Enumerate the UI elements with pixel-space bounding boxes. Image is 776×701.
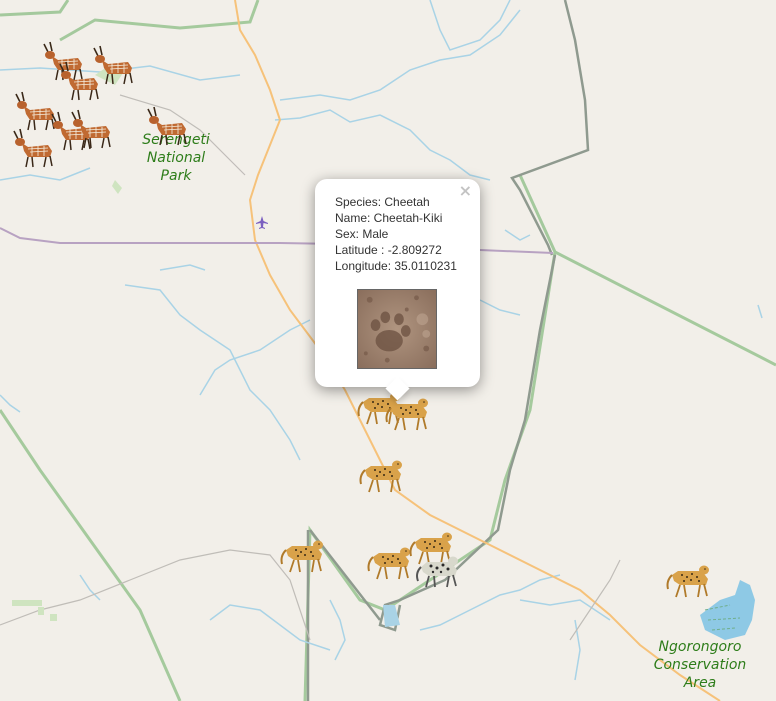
label-ngorongoro: Ngorongoro Conservation Area: [645, 638, 755, 692]
label-ngorongoro-line2: Conservation: [653, 657, 747, 673]
label-serengeti-line3: Park: [160, 168, 192, 184]
marker-cheetah-icon[interactable]: [664, 555, 712, 599]
popup-content: Species: Cheetah Name: Cheetah-Kiki Sex:…: [335, 194, 457, 274]
marker-leopard-icon[interactable]: [413, 545, 461, 589]
marker-antelope-icon[interactable]: [54, 58, 102, 102]
label-ngorongoro-line1: Ngorongoro: [658, 639, 742, 655]
marker-cheetah-icon[interactable]: [383, 388, 431, 432]
label-serengeti-line2: National: [146, 150, 206, 166]
marker-cheetah-icon[interactable]: [357, 450, 405, 494]
map-view[interactable]: Serengeti National Park Ngorongoro Conse…: [0, 0, 776, 701]
popup-name: Name: Cheetah-Kiki: [335, 211, 443, 225]
popup-species: Species: Cheetah: [335, 195, 430, 209]
marker-cheetah-icon[interactable]: [278, 530, 326, 574]
popup-sex: Sex: Male: [335, 227, 389, 241]
popup-latitude: Latitude : -2.809272: [335, 243, 442, 257]
marker-antelope-icon[interactable]: [66, 106, 114, 150]
popup-longitude: Longitude: 35.0110231: [335, 259, 457, 273]
marker-cheetah-icon[interactable]: [365, 537, 413, 581]
close-icon[interactable]: ×: [459, 183, 472, 199]
label-ngorongoro-line3: Area: [683, 675, 717, 691]
marker-antelope-icon[interactable]: [142, 103, 190, 147]
info-popup: × Species: Cheetah Name: Cheetah-Kiki Se…: [315, 179, 480, 401]
paw-print-photo: [357, 289, 437, 369]
marker-antelope-icon[interactable]: [8, 125, 56, 169]
